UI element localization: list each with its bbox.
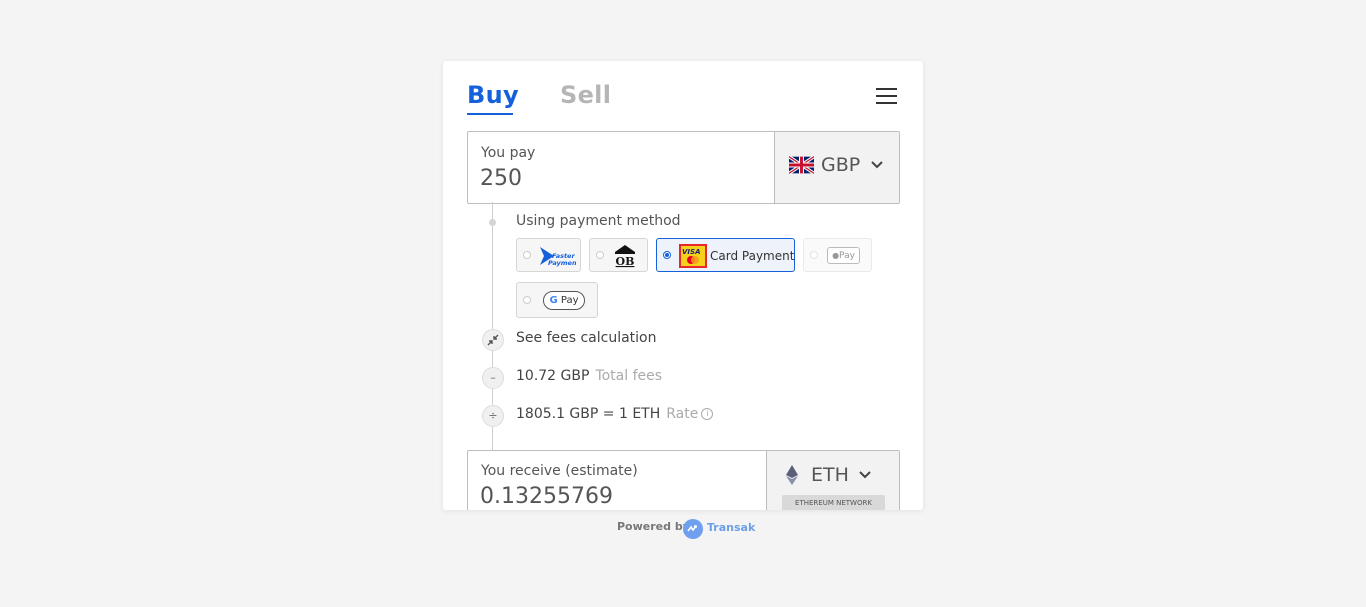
google-pay-logo-text: Pay	[560, 295, 579, 306]
total-fees-label: Total fees	[595, 368, 663, 384]
rate-row: 1805.1 GBP = 1 ETH Rate i	[516, 406, 714, 422]
radio-button[interactable]	[523, 251, 531, 259]
bank-icon: OB	[615, 245, 635, 268]
radio-button[interactable]	[523, 296, 531, 304]
you-pay-label: You pay	[481, 145, 536, 161]
radio-button[interactable]	[596, 251, 604, 259]
transak-brand-link[interactable]: Transak	[707, 521, 755, 534]
card-payment-label: Card Payment	[710, 249, 795, 263]
google-pay-logo-icon: G Pay	[543, 291, 585, 310]
chevron-down-icon	[871, 161, 883, 169]
total-fees-row: 10.72 GBP Total fees	[516, 368, 662, 384]
ethereum-icon	[786, 465, 798, 485]
hamburger-menu-icon[interactable]	[876, 87, 898, 105]
visa-mastercard-icon: VISA	[679, 244, 707, 268]
crypto-currency-code: ETH	[811, 464, 849, 486]
you-receive-field: You receive (estimate) 0.13255769 ETH ET…	[467, 450, 900, 510]
total-fees-amount: 10.72 GBP	[516, 368, 590, 384]
transak-widget: Buy Sell You pay 250 GBP Using payment m…	[443, 61, 923, 510]
collapse-arrows-icon[interactable]	[482, 329, 504, 351]
svg-text:Payments: Payments	[548, 259, 576, 267]
payment-method-title: Using payment method	[516, 213, 681, 229]
active-tab-indicator	[467, 113, 513, 115]
apple-pay-logo-text: Pay	[839, 251, 855, 261]
transak-logo-icon	[683, 519, 703, 539]
rate-value: 1805.1 GBP = 1 ETH	[516, 406, 661, 422]
crypto-currency-selector[interactable]: ETH ETHEREUM NETWORK	[766, 451, 899, 510]
powered-by-text: Powered by	[617, 520, 690, 533]
fiat-currency-code: GBP	[821, 154, 861, 176]
payment-option-open-banking[interactable]: OB	[589, 238, 648, 272]
tab-buy[interactable]: Buy	[467, 81, 519, 109]
svg-text:VISA: VISA	[682, 248, 700, 256]
payment-option-apple-pay[interactable]: ●Pay	[803, 238, 872, 272]
payment-option-google-pay[interactable]: G Pay	[516, 282, 598, 318]
fiat-currency-selector[interactable]: GBP	[774, 132, 899, 203]
apple-pay-logo-icon: ●Pay	[827, 247, 860, 264]
radio-button[interactable]	[810, 251, 818, 259]
minus-icon: –	[482, 367, 504, 389]
you-receive-label: You receive (estimate)	[481, 463, 638, 479]
chevron-down-icon	[859, 471, 871, 479]
network-badge: ETHEREUM NETWORK	[782, 495, 885, 510]
divide-icon: ÷	[482, 405, 504, 427]
svg-text:OB: OB	[616, 255, 635, 268]
payment-option-faster-payments[interactable]: Faster Payments	[516, 238, 581, 272]
you-pay-amount-input[interactable]: 250	[480, 166, 522, 191]
payment-option-card-payment[interactable]: VISA Card Payment	[656, 238, 795, 272]
you-pay-field: You pay 250 GBP	[467, 131, 900, 204]
powered-by-footer: Powered by Transak	[617, 519, 755, 539]
info-icon[interactable]: i	[701, 408, 714, 420]
you-receive-amount: 0.13255769	[480, 484, 613, 509]
rate-label: Rate	[666, 406, 699, 422]
see-fees-calculation-link[interactable]: See fees calculation	[516, 330, 657, 346]
radio-button-selected[interactable]	[663, 251, 671, 259]
tab-sell[interactable]: Sell	[560, 81, 611, 109]
timeline-dot	[489, 219, 496, 226]
faster-payments-logo-icon: Faster Payments	[540, 247, 576, 267]
uk-flag-icon	[789, 156, 814, 174]
